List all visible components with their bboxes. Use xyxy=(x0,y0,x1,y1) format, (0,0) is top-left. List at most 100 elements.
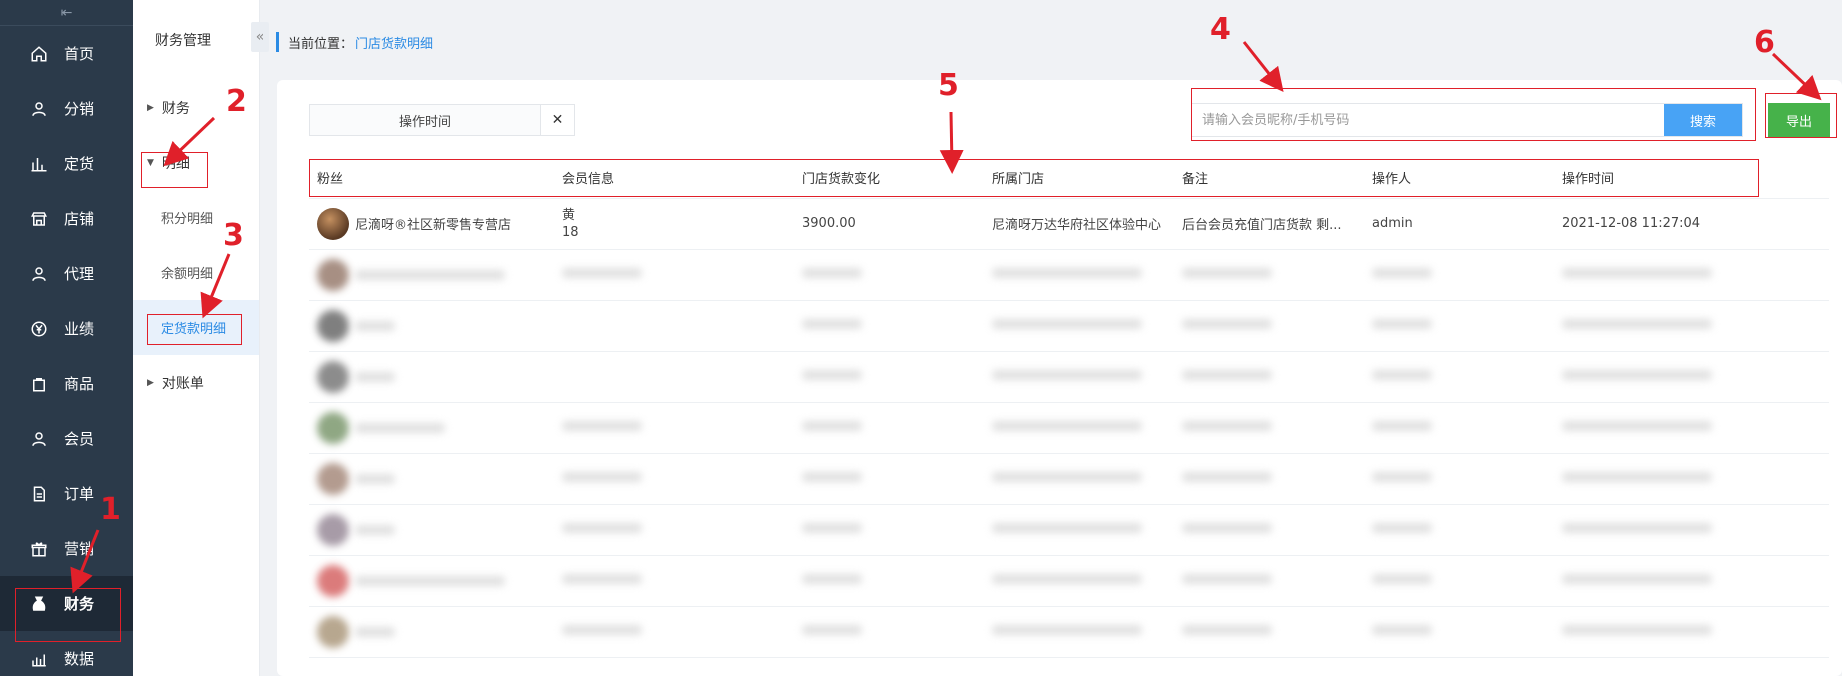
time-filter-label[interactable]: 操作时间 xyxy=(310,105,540,135)
blurred-text xyxy=(355,575,505,586)
sidebar-item-3[interactable]: 店铺 xyxy=(0,191,133,246)
submenu-item-order-payment-detail[interactable]: 定货款明细 xyxy=(133,300,259,355)
avatar xyxy=(317,615,349,648)
blurred-text xyxy=(562,268,642,278)
search-input[interactable] xyxy=(1192,104,1664,136)
cell-fan xyxy=(309,606,554,658)
blurred-cell xyxy=(984,504,1174,556)
col-remark[interactable]: 备注 xyxy=(1174,158,1364,199)
table-row[interactable]: 尼滴呀®社区新零售专营店 黄 18 3900.00 尼滴呀万达华府社区体验中心 … xyxy=(309,198,1829,250)
blurred-text xyxy=(562,523,642,533)
blurred-text xyxy=(1562,574,1712,584)
blurred-cell xyxy=(1554,249,1829,301)
sidebar-item-4[interactable]: 代理 xyxy=(0,246,133,301)
fan-info xyxy=(317,513,554,546)
blurred-text xyxy=(355,473,395,484)
avatar xyxy=(317,564,349,597)
col-operator[interactable]: 操作人 xyxy=(1364,158,1554,199)
blurred-text xyxy=(355,269,505,280)
money-bag-icon xyxy=(28,593,50,615)
bag-icon xyxy=(28,373,50,395)
blurred-text xyxy=(562,625,642,635)
sidebar-item-9[interactable]: 营销 xyxy=(0,521,133,576)
table-row[interactable] xyxy=(309,453,1829,505)
blurred-cell xyxy=(554,351,794,403)
blurred-text xyxy=(802,319,862,329)
yen-circle-icon xyxy=(28,318,50,340)
blurred-text xyxy=(992,319,1142,329)
blurred-text xyxy=(1372,421,1432,431)
search-button[interactable]: 搜索 xyxy=(1664,104,1742,136)
blurred-cell xyxy=(1364,402,1554,454)
sidebar-item-11[interactable]: 数据 xyxy=(0,631,133,676)
export-button[interactable]: 导出 xyxy=(1768,103,1830,137)
sidebar-item-10[interactable]: 财务 xyxy=(0,576,133,631)
blurred-text xyxy=(802,268,862,278)
blurred-cell xyxy=(1554,555,1829,607)
col-fan[interactable]: 粉丝 xyxy=(309,158,554,199)
table-row[interactable] xyxy=(309,606,1829,658)
fan-info xyxy=(317,615,554,648)
avatar xyxy=(317,207,349,240)
blurred-cell xyxy=(1364,606,1554,658)
cell-change: 3900.00 xyxy=(794,198,984,250)
table-row[interactable] xyxy=(309,300,1829,352)
submenu-group-label: 对账单 xyxy=(161,375,204,392)
submenu-group-detail[interactable]: ▼ 明细 xyxy=(133,135,259,190)
sidebar-item-0[interactable]: 首页 xyxy=(0,26,133,81)
blurred-text xyxy=(1562,268,1712,278)
blurred-cell xyxy=(554,249,794,301)
blurred-cell xyxy=(1554,351,1829,403)
blurred-text xyxy=(802,421,862,431)
blurred-text xyxy=(562,472,642,482)
sidebar-collapse-icon[interactable]: ⇤ xyxy=(0,0,133,26)
cell-fan xyxy=(309,504,554,556)
blurred-text xyxy=(802,370,862,380)
breadcrumb-current-link[interactable]: 门店货款明细 xyxy=(355,33,433,52)
sidebar-item-7[interactable]: 会员 xyxy=(0,411,133,466)
fold-submenu-icon[interactable]: « xyxy=(251,22,269,52)
blurred-text xyxy=(1182,268,1272,278)
blurred-cell xyxy=(984,351,1174,403)
table-row[interactable] xyxy=(309,402,1829,454)
blurred-text xyxy=(1372,574,1432,584)
sidebar-item-label: 营销 xyxy=(64,540,95,558)
fan-info xyxy=(317,411,554,444)
time-filter[interactable]: 操作时间 ✕ xyxy=(309,104,575,136)
annotation-number-6: 6 xyxy=(1754,25,1775,60)
blurred-cell xyxy=(1174,249,1364,301)
user-icon xyxy=(28,263,50,285)
blurred-text xyxy=(1372,472,1432,482)
col-payment-change[interactable]: 门店货款变化 xyxy=(794,158,984,199)
blurred-cell xyxy=(1554,504,1829,556)
blurred-cell xyxy=(984,606,1174,658)
blurred-cell xyxy=(984,555,1174,607)
sidebar-item-label: 代理 xyxy=(64,265,95,283)
blurred-cell xyxy=(1554,402,1829,454)
blurred-text xyxy=(355,422,445,433)
col-time[interactable]: 操作时间 xyxy=(1554,158,1829,199)
clear-filter-icon[interactable]: ✕ xyxy=(540,105,574,135)
submenu-group-statement[interactable]: ▶ 对账单 xyxy=(133,355,259,410)
blurred-cell xyxy=(1554,606,1829,658)
cell-time: 2021-12-08 11:27:04 xyxy=(1554,198,1829,250)
col-member-info[interactable]: 会员信息 xyxy=(554,158,794,199)
col-store[interactable]: 所属门店 xyxy=(984,158,1174,199)
member-phone: 18 xyxy=(562,224,579,240)
submenu-item-balance-detail[interactable]: 余额明细 xyxy=(133,245,259,300)
submenu-group-label: 明细 xyxy=(161,155,190,172)
user-icon xyxy=(28,98,50,120)
table-row[interactable] xyxy=(309,504,1829,556)
table-row[interactable] xyxy=(309,249,1829,301)
cell-operator: admin xyxy=(1364,198,1554,250)
sidebar-item-5[interactable]: 业绩 xyxy=(0,301,133,356)
table-row[interactable] xyxy=(309,351,1829,403)
fan-info xyxy=(317,564,554,597)
table-row[interactable] xyxy=(309,555,1829,607)
avatar xyxy=(317,411,349,444)
sidebar-item-1[interactable]: 分销 xyxy=(0,81,133,136)
sidebar-item-2[interactable]: 定货 xyxy=(0,136,133,191)
blurred-cell xyxy=(1174,402,1364,454)
sidebar-item-6[interactable]: 商品 xyxy=(0,356,133,411)
blurred-text xyxy=(992,268,1142,278)
